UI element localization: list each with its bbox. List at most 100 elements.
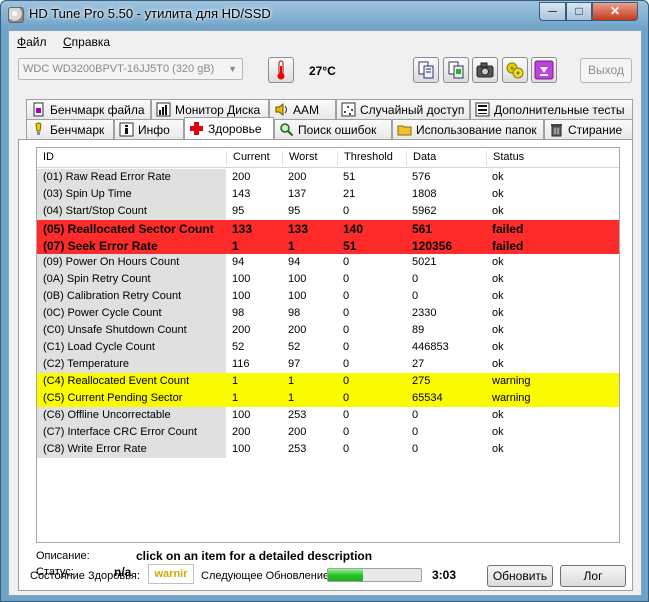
- update-timer: 3:03: [432, 568, 457, 582]
- cell-data: 0: [412, 290, 419, 302]
- cell-threshold: 0: [343, 341, 350, 353]
- cell-id: (04) Start/Stop Count: [37, 203, 226, 220]
- tab-benchmark[interactable]: Бенчмарк: [26, 119, 114, 139]
- copy-screenshot-button[interactable]: [443, 57, 469, 83]
- tab-info[interactable]: Инфо: [114, 119, 184, 139]
- log-button[interactable]: Лог: [560, 565, 626, 587]
- column-header-status[interactable]: Status: [486, 151, 619, 166]
- column-header-data[interactable]: Data: [406, 151, 486, 166]
- tab-disk-monitor[interactable]: Монитор Диска: [151, 99, 269, 119]
- drive-select[interactable]: WDC WD3200BPVT-16JJ5T0 (320 gB) ▼: [18, 58, 243, 80]
- tab-file-benchmark[interactable]: Бенчмарк файла: [26, 99, 151, 119]
- cell-status: ok: [492, 324, 504, 336]
- tab-folder-usage[interactable]: Использование папок: [392, 119, 544, 139]
- tab-aam[interactable]: AAM: [269, 99, 336, 119]
- table-row[interactable]: (0A) Spin Retry Count 100 100 0 0 ok: [37, 271, 619, 288]
- update-progress-bar: [327, 568, 422, 582]
- column-header-worst[interactable]: Worst: [282, 151, 337, 166]
- screenshot-button[interactable]: [472, 57, 498, 83]
- tab-label: Дополнительные тесты: [494, 103, 625, 117]
- table-row[interactable]: (0B) Calibration Retry Count 100 100 0 0 ok: [37, 288, 619, 305]
- cell-current: 100: [232, 443, 251, 455]
- cell-data: 65534: [412, 392, 443, 404]
- cell-threshold: 0: [343, 324, 350, 336]
- random-access-icon: [341, 102, 356, 117]
- table-row[interactable]: (04) Start/Stop Count 95 95 0 5962 ok: [37, 203, 619, 220]
- refresh-button[interactable]: Обновить: [487, 565, 553, 587]
- cell-current: 1: [232, 392, 239, 404]
- column-header-id[interactable]: ID: [37, 151, 226, 166]
- cell-current: 1: [232, 375, 239, 387]
- cell-status: failed: [492, 239, 524, 253]
- speaker-icon: [275, 103, 287, 116]
- cell-threshold: 0: [343, 443, 350, 455]
- tab-label: Случайный доступ: [360, 103, 465, 117]
- menu-file[interactable]: Файл: [17, 35, 47, 49]
- cell-worst: 200: [288, 171, 307, 183]
- exit-button[interactable]: Выход: [580, 58, 632, 83]
- cell-worst: 97: [288, 358, 301, 370]
- column-header-threshold[interactable]: Threshold: [337, 151, 406, 166]
- benchmark-icon: [35, 122, 42, 135]
- cell-threshold: 0: [343, 409, 350, 421]
- cell-threshold: 0: [343, 256, 350, 268]
- tab-erase[interactable]: Стирание: [544, 119, 633, 139]
- cell-threshold: 51: [343, 171, 356, 183]
- save-button[interactable]: [531, 57, 557, 83]
- cell-worst: 98: [288, 307, 301, 319]
- temperature-button[interactable]: [268, 57, 294, 83]
- table-row[interactable]: (07) Seek Error Rate 1 1 51 120356 failed: [37, 237, 619, 254]
- cell-data: 1808: [412, 188, 437, 200]
- download-icon: [534, 60, 554, 80]
- cell-id: (0B) Calibration Retry Count: [37, 288, 226, 305]
- tab-random-access[interactable]: Случайный доступ: [336, 99, 470, 119]
- cell-status: ok: [492, 171, 504, 183]
- table-row[interactable]: (C0) Unsafe Shutdown Count 200 200 0 89 ok: [37, 322, 619, 339]
- magnifier-icon: [280, 123, 294, 137]
- tab-extra-tests[interactable]: Дополнительные тесты: [470, 99, 633, 119]
- table-row[interactable]: (03) Spin Up Time 143 137 21 1808 ok: [37, 186, 619, 203]
- minimize-button[interactable]: ─: [539, 2, 566, 21]
- cell-status: ok: [492, 341, 504, 353]
- table-row[interactable]: (01) Raw Read Error Rate 200 200 51 576 ok: [37, 169, 619, 186]
- trash-icon: [551, 124, 562, 137]
- table-row[interactable]: (C5) Current Pending Sector 1 1 0 65534 warni…: [37, 390, 619, 407]
- cell-status: ok: [492, 188, 504, 200]
- table-row[interactable]: (05) Reallocated Sector Count 133 133 140 56…: [37, 220, 619, 237]
- cell-data: 446853: [412, 341, 449, 353]
- copy-text-button[interactable]: [413, 57, 439, 83]
- table-row[interactable]: (C4) Reallocated Event Count 1 1 0 275 warnin…: [37, 373, 619, 390]
- menu-help[interactable]: Справка: [63, 35, 110, 49]
- options-button[interactable]: [502, 57, 528, 83]
- cell-current: 116: [232, 358, 250, 370]
- cell-current: 143: [232, 188, 251, 200]
- description-label: Описание:: [36, 550, 90, 562]
- maximize-button[interactable]: □: [566, 2, 592, 21]
- cell-id: (07) Seek Error Rate: [43, 239, 158, 253]
- tab-error-scan[interactable]: Поиск ошибок: [274, 119, 392, 139]
- cell-worst: 253: [288, 409, 307, 421]
- close-button[interactable]: ✕: [592, 2, 638, 21]
- table-row[interactable]: (C7) Interface CRC Error Count 200 200 0 0 ok: [37, 424, 619, 441]
- cell-id: (C6) Offline Uncorrectable: [37, 407, 226, 424]
- cell-id: (C1) Load Cycle Count: [37, 339, 226, 356]
- client-area: Файл Справка WDC WD3200BPVT-16JJ5T0 (320…: [8, 30, 642, 596]
- table-row[interactable]: (C6) Offline Uncorrectable 100 253 0 0 ok: [37, 407, 619, 424]
- cell-worst: 100: [288, 290, 307, 302]
- table-row[interactable]: (C2) Temperature 116 97 0 27 ok: [37, 356, 619, 373]
- cell-data: 2330: [412, 307, 437, 319]
- thermometer-icon: [277, 60, 285, 80]
- cell-id: (C2) Temperature: [37, 356, 226, 373]
- info-icon: [119, 122, 134, 137]
- progress-fill: [328, 569, 364, 581]
- table-row[interactable]: (C1) Load Cycle Count 52 52 0 446853 ok: [37, 339, 619, 356]
- table-row[interactable]: (C8) Write Error Rate 100 253 0 0 ok: [37, 441, 619, 458]
- cell-status: ok: [492, 256, 504, 268]
- cell-current: 200: [232, 324, 251, 336]
- smart-table[interactable]: ID Current Worst Threshold Data Status (…: [36, 147, 620, 543]
- tab-health[interactable]: Здоровье: [184, 117, 274, 139]
- table-row[interactable]: (09) Power On Hours Count 94 94 0 5021 ok: [37, 254, 619, 271]
- table-row[interactable]: (0C) Power Cycle Count 98 98 0 2330 ok: [37, 305, 619, 322]
- title-bar[interactable]: HD Tune Pro 5.50 - утилита для HD/SSD ─ …: [1, 1, 648, 29]
- column-header-current[interactable]: Current: [226, 151, 282, 166]
